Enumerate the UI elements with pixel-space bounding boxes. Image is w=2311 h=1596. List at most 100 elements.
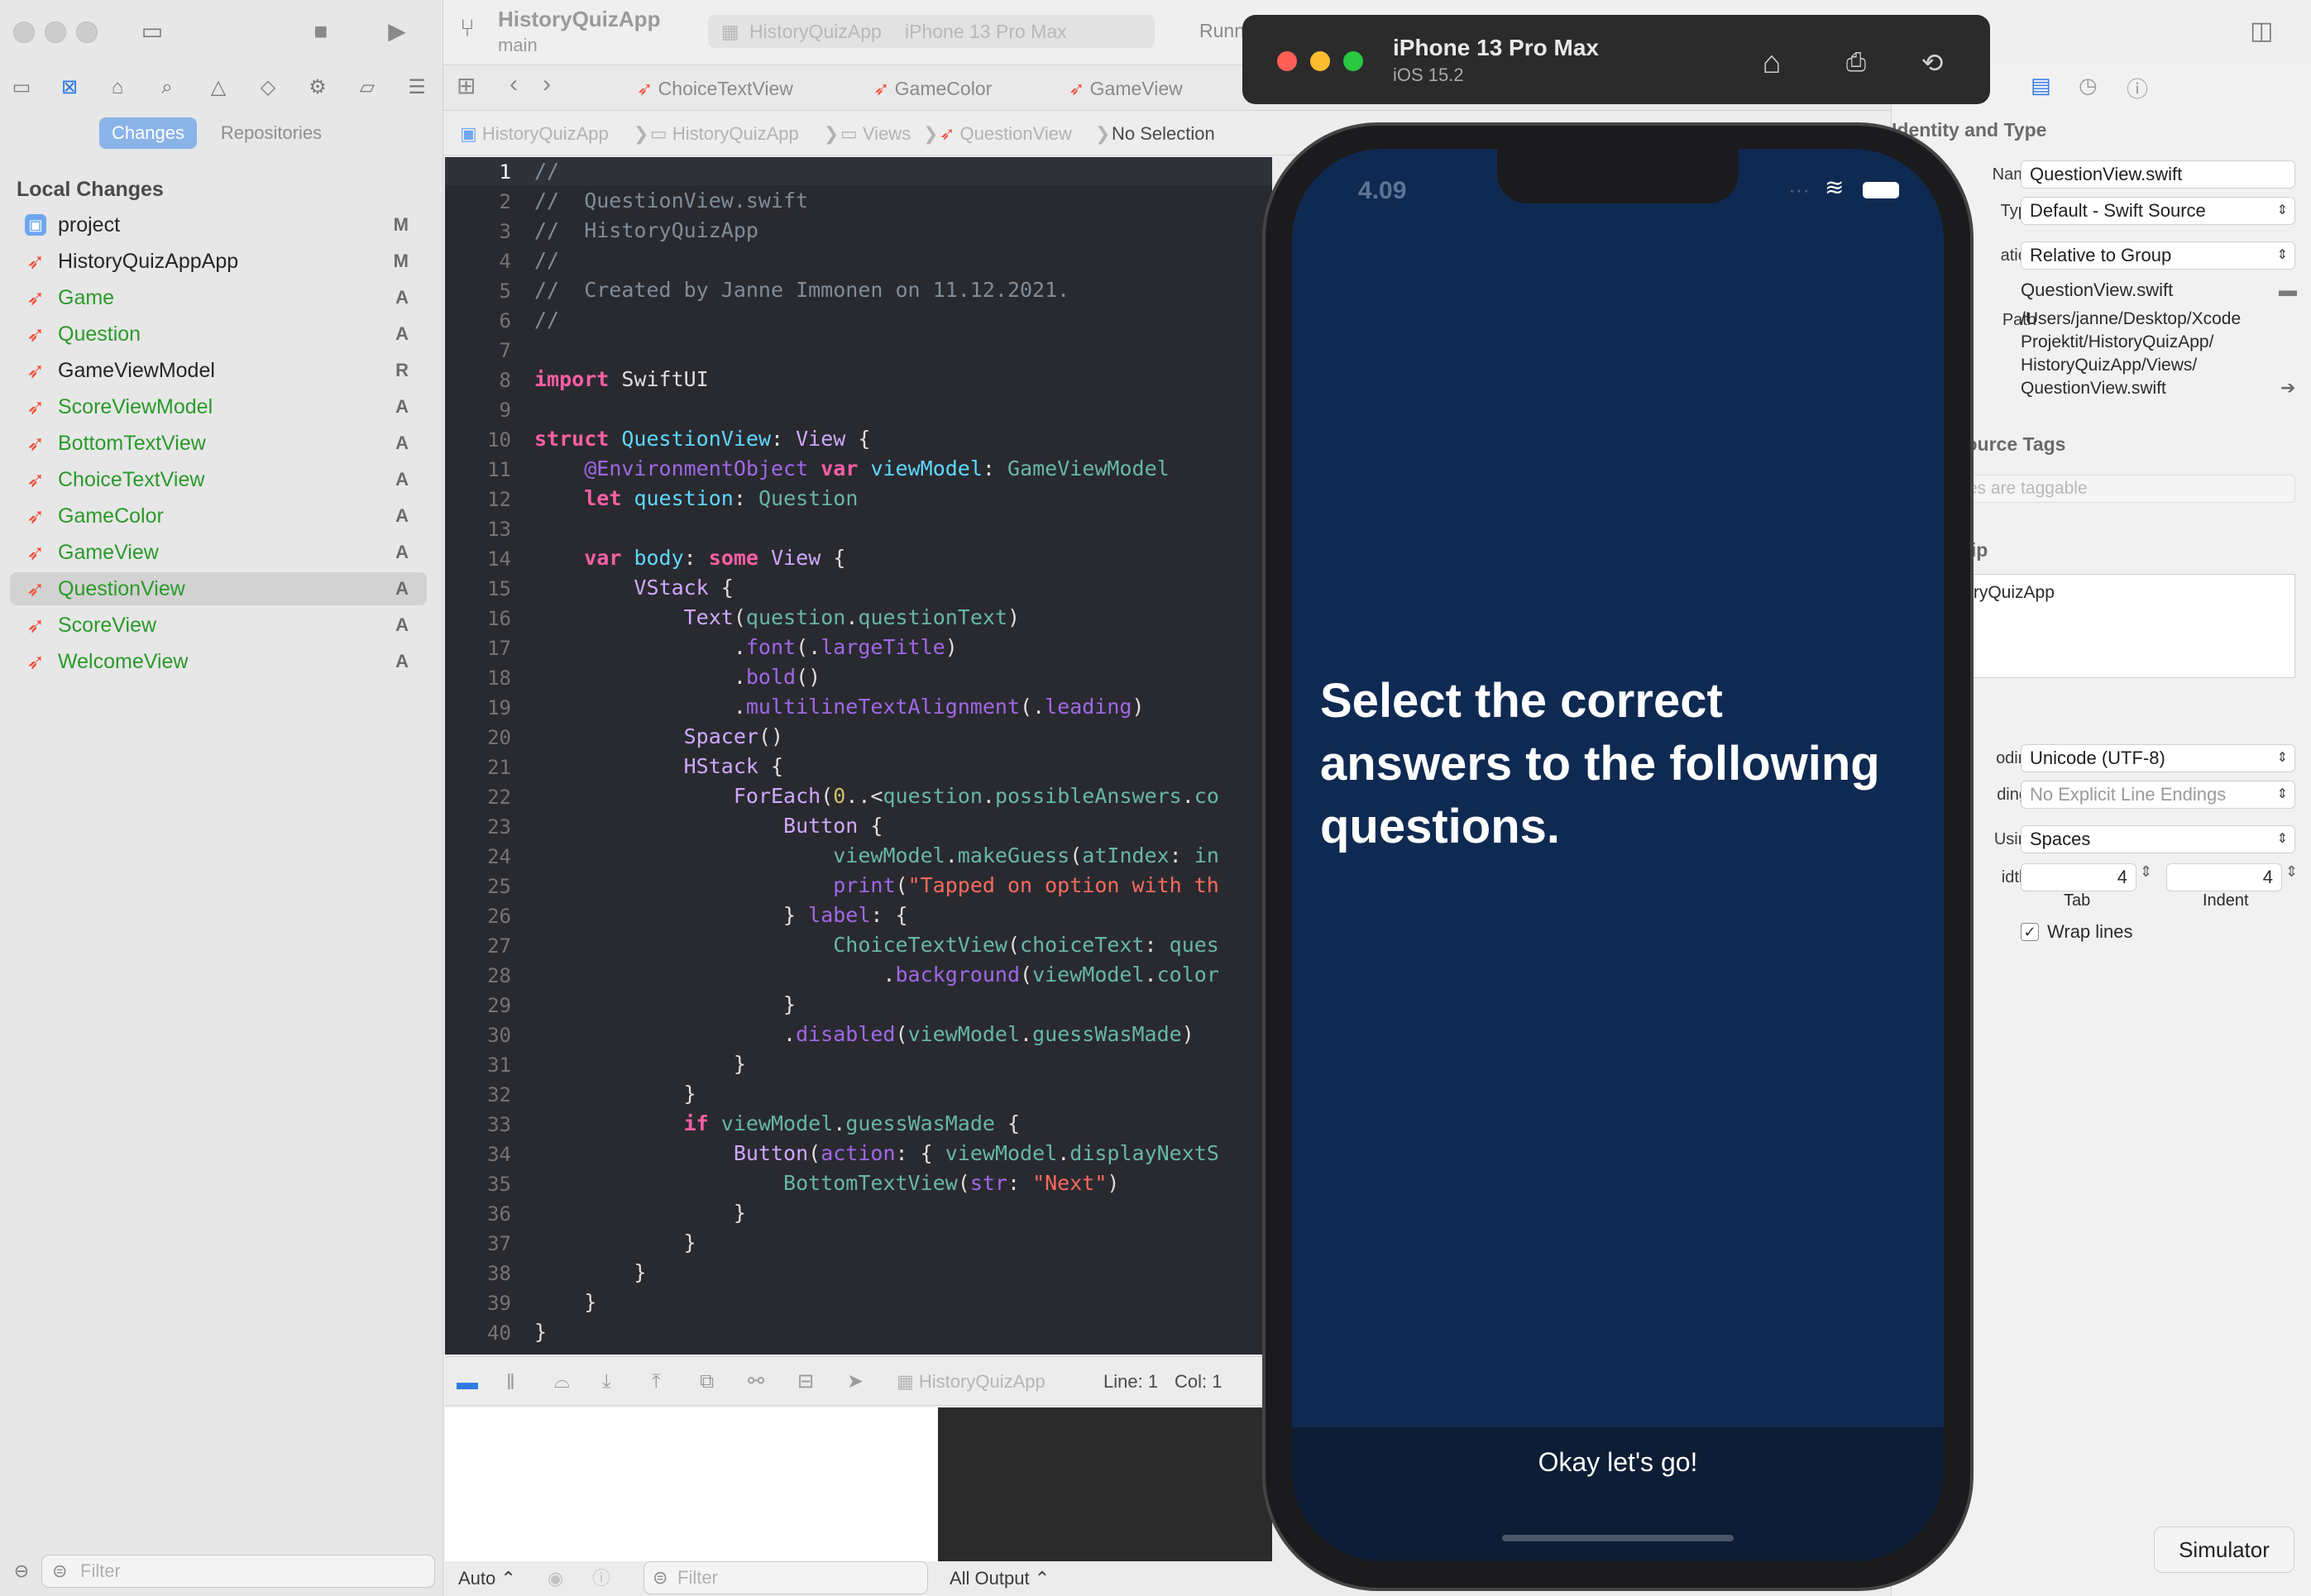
breadcrumb-views[interactable]: ▭ Views <box>840 112 911 155</box>
warning-icon[interactable]: △ <box>200 71 237 104</box>
variables-filter-input[interactable]: ⊜ Filter <box>644 1561 928 1594</box>
list-item[interactable]: ➶ Game A <box>10 281 427 314</box>
stop-icon[interactable]: ■ <box>303 15 339 48</box>
test-icon[interactable]: ◇ <box>250 71 286 104</box>
step-over-icon[interactable]: ⌓ <box>554 1357 570 1407</box>
step-into-icon[interactable]: ⤓ <box>602 1357 611 1407</box>
list-item[interactable]: ➶ BottomTextView A <box>10 427 427 460</box>
console-output[interactable] <box>938 1407 1272 1561</box>
tab-gameview[interactable]: ➶ GameView <box>1069 65 1183 112</box>
simulator-close-button[interactable] <box>1277 51 1297 71</box>
symbol-icon[interactable]: ⌂ <box>99 71 136 104</box>
indent-width-stepper[interactable]: ⇕ <box>2285 863 2298 881</box>
run-icon[interactable]: ▶ <box>379 15 415 48</box>
step-out-icon[interactable]: ⤒ <box>652 1357 661 1407</box>
more-icon[interactable]: ⊖ <box>3 1555 40 1588</box>
list-item[interactable]: ➶ QuestionView A <box>10 572 427 605</box>
file-name: Game <box>58 286 115 309</box>
location-popup[interactable]: Relative to Group ⇕ <box>2021 241 2295 270</box>
file-name: GameColor <box>58 504 164 528</box>
back-icon[interactable]: ‹ <box>510 70 518 98</box>
chevron-updown-icon: ⇕ <box>2276 203 2288 217</box>
minimize-window-button[interactable] <box>45 22 66 43</box>
list-item[interactable]: ➶ ScoreView A <box>10 609 427 642</box>
list-item[interactable]: ➶ GameColor A <box>10 499 427 533</box>
close-window-button[interactable] <box>13 22 35 43</box>
file-inspector-icon[interactable]: ▤ <box>2031 73 2051 98</box>
breakpoint-icon[interactable]: ▱ <box>349 71 385 104</box>
tab-changes[interactable]: Changes <box>99 117 197 149</box>
auto-selector[interactable]: Auto ⌃ <box>458 1561 516 1596</box>
indent-using-popup[interactable]: Spaces ⇕ <box>2021 825 2295 853</box>
scheme-selector[interactable]: ▦ HistoryQuizApp iPhone 13 Pro Max <box>708 15 1155 48</box>
list-item[interactable]: ➶ ChoiceTextView A <box>10 463 427 496</box>
list-item[interactable]: ➶ WelcomeView A <box>10 645 427 678</box>
search-icon[interactable]: ⌕ <box>149 71 185 104</box>
pause-icon[interactable]: ‖ <box>506 1357 515 1407</box>
tab-choicetextview[interactable]: ➶ ChoiceTextView <box>637 65 793 112</box>
history-icon[interactable]: ◷ <box>2079 73 2098 98</box>
breadcrumb-file[interactable]: ➶ QuestionView <box>940 112 1072 155</box>
code-editor[interactable]: 1 2 3 4 5 6 7 8 9 10 11 12 13 14 15 16 17 18 19 20 21 22 23 24 2… <box>445 157 1272 1355</box>
inspector-toggle-icon[interactable]: ◫ <box>2250 17 2273 45</box>
okay-button[interactable]: Okay let's go! <box>1292 1427 1944 1561</box>
list-item[interactable]: ➶ Question A <box>10 318 427 351</box>
zoom-window-button[interactable] <box>76 22 98 43</box>
memory-graph-icon[interactable]: ⚯ <box>748 1357 764 1407</box>
simulator-minimize-button[interactable] <box>1310 51 1330 71</box>
filter-icon: ⊜ <box>52 1560 68 1581</box>
tab-gamecolor[interactable]: ➶ GameColor <box>873 65 992 112</box>
variables-view[interactable] <box>445 1407 938 1561</box>
list-item[interactable]: ▣ project M <box>10 208 427 241</box>
list-item[interactable]: ➶ GameViewModel R <box>10 354 427 387</box>
chevron-updown-icon: ⇕ <box>2276 751 2288 765</box>
debug-scheme: ▦ HistoryQuizApp <box>897 1371 1045 1392</box>
folder-icon[interactable]: ▬ <box>2279 280 2297 301</box>
swift-icon: ➶ <box>26 504 45 528</box>
navigator-filter-input[interactable]: ⊜ Filter <box>41 1555 435 1588</box>
list-item[interactable]: ➶ ScoreViewModel A <box>10 390 427 423</box>
breadcrumb-project[interactable]: ▣ HistoryQuizApp <box>460 112 609 155</box>
report-icon[interactable]: ☰ <box>399 71 435 104</box>
rotate-icon[interactable]: ⟲ <box>1909 40 1955 86</box>
help-icon[interactable]: ⓘ <box>2127 73 2148 103</box>
console-toggle-icon[interactable]: ▬ <box>457 1357 478 1407</box>
wrap-lines-label: Wrap lines <box>2047 921 2133 942</box>
folder-icon[interactable]: ▭ <box>3 71 40 104</box>
tab-repositories[interactable]: Repositories <box>207 117 336 149</box>
code-line: HStack { <box>683 754 784 778</box>
project-icon: ▣ <box>25 214 46 236</box>
breadcrumb-group[interactable]: ▭ HistoryQuizApp <box>650 112 799 155</box>
environment-icon[interactable]: ⊟ <box>797 1357 814 1407</box>
reveal-arrow-icon[interactable]: ➔ <box>2280 377 2295 399</box>
view-hierarchy-icon[interactable]: ⧉ <box>700 1357 714 1407</box>
wrap-lines-checkbox[interactable]: ✓ <box>2021 923 2039 941</box>
sidebar-toggle-icon[interactable]: ▭ <box>134 15 170 48</box>
swift-icon: ➶ <box>26 358 45 383</box>
tab-width-field[interactable]: 4 <box>2021 863 2136 891</box>
source-control-icon[interactable]: ⊠ <box>51 71 88 104</box>
debug-icon[interactable]: ⚙ <box>299 71 336 104</box>
line-number: 7 <box>499 339 511 362</box>
indent-width-field[interactable]: 4 <box>2166 863 2282 891</box>
forward-icon[interactable]: › <box>543 70 551 98</box>
iphone-screen[interactable]: 4.09 ··· ≋ Select the correct answers to… <box>1292 149 1944 1561</box>
home-icon[interactable]: ⌂ <box>1749 40 1795 86</box>
tags-field[interactable]: ources are taggable <box>1925 475 2295 503</box>
tab-width-stepper[interactable]: ⇕ <box>2140 863 2152 881</box>
screenshot-icon[interactable]: ⎙ <box>1833 40 1879 86</box>
list-item[interactable]: ➶ HistoryQuizAppApp M <box>10 245 427 278</box>
type-popup[interactable]: Default - Swift Source ⇕ <box>2021 197 2295 225</box>
simulator-zoom-button[interactable] <box>1343 51 1363 71</box>
file-name: Question <box>58 323 141 346</box>
code-line: ChoiceTextView(choiceText: ques <box>833 933 1219 957</box>
location-icon[interactable]: ➤ <box>847 1357 864 1407</box>
encoding-popup[interactable]: Unicode (UTF-8) ⇕ <box>2021 744 2295 772</box>
info-icon[interactable]: ⓘ <box>592 1561 610 1596</box>
name-field[interactable]: QuestionView.swift <box>2021 160 2295 189</box>
output-selector[interactable]: All Output ⌃ <box>950 1561 1050 1596</box>
line-endings-popup[interactable]: No Explicit Line Endings ⇕ <box>2021 781 2295 809</box>
grid-icon[interactable]: ⊞ <box>457 72 476 99</box>
eye-icon[interactable]: ◉ <box>548 1561 563 1596</box>
list-item[interactable]: ➶ GameView A <box>10 536 427 569</box>
